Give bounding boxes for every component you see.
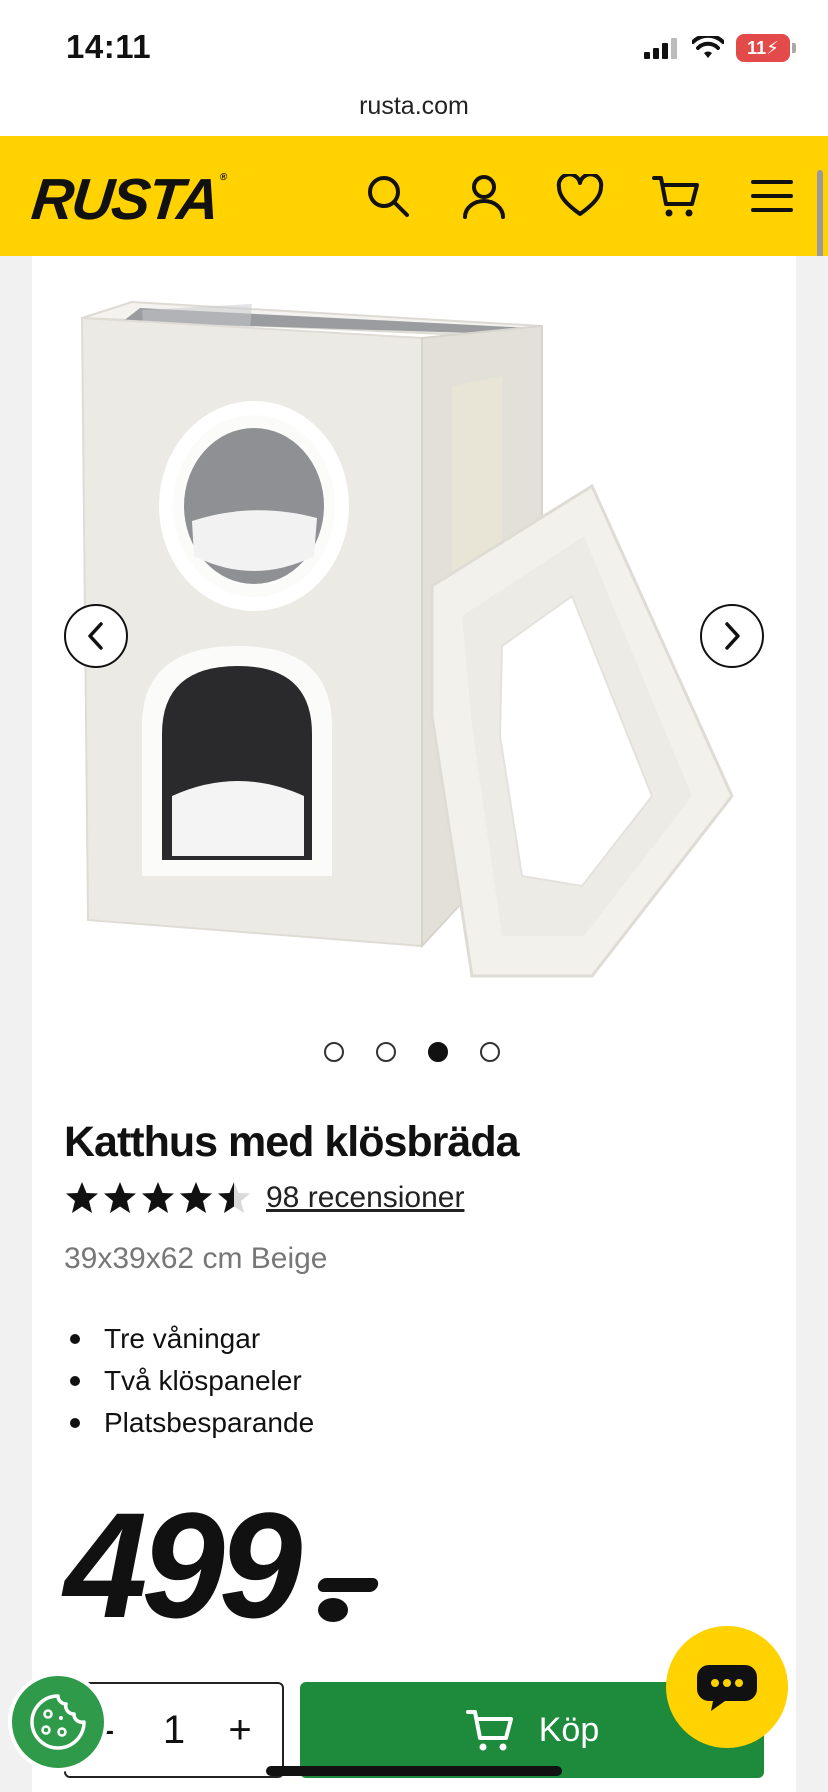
star-icon [142, 1182, 174, 1213]
product-image [80, 300, 734, 978]
status-icons: 11 ⚡ [644, 34, 796, 62]
battery-icon: 11 ⚡ [736, 34, 796, 62]
signal-icon [644, 38, 677, 59]
gallery-next-button[interactable] [700, 604, 764, 668]
chat-button[interactable] [666, 1626, 788, 1748]
feature-item: Två klöspaneler [64, 1360, 314, 1402]
product-variant: 39x39x62 cm Beige [64, 1242, 328, 1275]
feature-item: Platsbesparande [64, 1402, 314, 1444]
quantity-value: 1 [162, 1707, 186, 1752]
buy-label: Köp [538, 1710, 600, 1749]
price-dash [316, 1578, 380, 1592]
gallery-dot[interactable] [428, 1042, 448, 1062]
status-bar: 14:11 11 ⚡ [0, 0, 828, 96]
chevron-right-icon [725, 622, 740, 650]
gallery-prev-button[interactable] [64, 604, 128, 668]
account-icon[interactable] [458, 170, 510, 222]
quantity-increase-button[interactable]: + [220, 1708, 260, 1753]
wifi-icon [692, 36, 724, 58]
gallery-dot[interactable] [376, 1042, 396, 1062]
cookie-settings-button[interactable] [8, 1672, 108, 1772]
star-icon [104, 1182, 136, 1213]
gallery-pagination [0, 1042, 828, 1062]
star-icon [66, 1182, 98, 1213]
url-bar[interactable]: rusta.com [0, 92, 828, 136]
home-indicator[interactable] [266, 1766, 562, 1776]
feature-list: Tre våningar Två klöspaneler Platsbespar… [64, 1318, 314, 1444]
product-title: Katthus med klösbräda [64, 1118, 519, 1166]
cookie-icon [30, 1694, 86, 1750]
rusta-logo[interactable]: RUSTA® [28, 166, 226, 233]
chevron-left-icon [88, 622, 103, 650]
cart-icon[interactable] [650, 170, 702, 222]
rating-stars [64, 1180, 252, 1216]
product-price: 499 [64, 1481, 302, 1649]
product-gallery[interactable] [32, 256, 796, 1016]
rating-row: 98 recensioner [64, 1180, 464, 1216]
gallery-dot[interactable] [480, 1042, 500, 1062]
gallery-dot[interactable] [324, 1042, 344, 1062]
menu-hamburger-icon[interactable] [746, 170, 798, 222]
search-icon[interactable] [362, 170, 414, 222]
status-time: 14:11 [66, 28, 152, 65]
wishlist-heart-icon[interactable] [554, 170, 606, 222]
reviews-link[interactable]: 98 recensioner [266, 1181, 464, 1215]
price-dot [318, 1598, 348, 1622]
star-icon [180, 1182, 212, 1213]
battery-level: 11 [747, 37, 767, 58]
chat-bubble-icon [697, 1665, 757, 1711]
cart-icon [465, 1710, 513, 1751]
site-header: RUSTA® [0, 136, 828, 256]
feature-item: Tre våningar [64, 1318, 314, 1360]
star-icon [218, 1182, 250, 1213]
